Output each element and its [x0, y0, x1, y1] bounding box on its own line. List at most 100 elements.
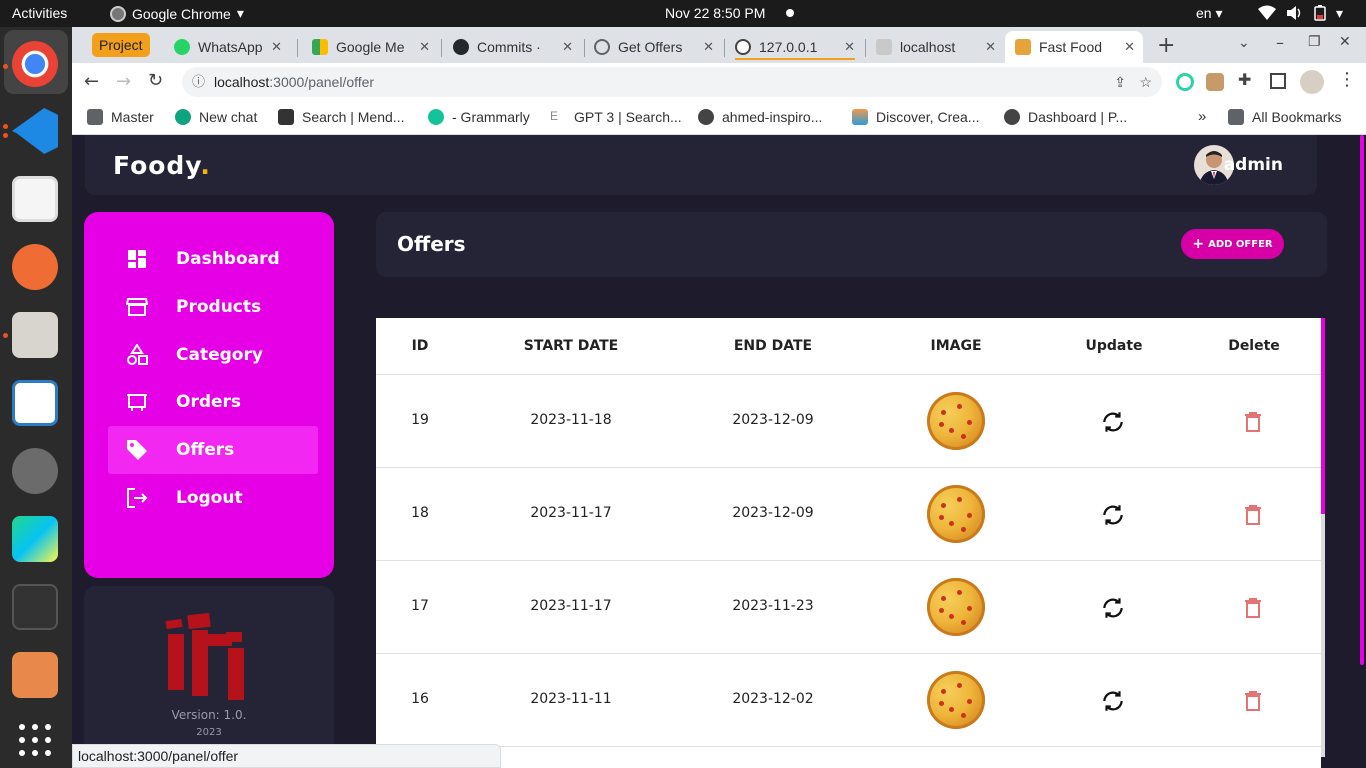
tab-group-project[interactable]: Project — [92, 33, 150, 57]
tab-search-button[interactable]: ⌄ — [1238, 35, 1250, 51]
reload-button[interactable]: ↻ — [148, 70, 163, 91]
menu-icon[interactable]: ⋮ — [1338, 69, 1356, 90]
refresh-icon[interactable] — [1100, 502, 1126, 528]
app-menu[interactable]: Google Chrome ▾ — [110, 5, 244, 22]
system-tray[interactable]: ▾ — [1258, 5, 1343, 22]
cell-start-date: 2023-11-18 — [530, 412, 612, 428]
terminal-icon[interactable] — [12, 584, 58, 630]
tab-fast-food[interactable]: Fast Food ✕ — [1005, 31, 1143, 63]
column-header-update[interactable]: Update — [1085, 338, 1142, 354]
app-logo[interactable]: Foody. — [113, 151, 211, 180]
page-scrollbar[interactable] — [1360, 135, 1364, 665]
back-button[interactable]: ← — [84, 71, 99, 92]
close-icon[interactable]: ✕ — [1124, 39, 1135, 55]
tab-strip: WhatsApp ✕ Google Me ✕ Commits · ✕ Get O… — [72, 27, 1366, 63]
close-icon[interactable]: ✕ — [844, 39, 855, 55]
refresh-icon[interactable] — [1100, 595, 1126, 621]
bookmarks-bar: Master New chat Search | Mend... - Gramm… — [72, 101, 1366, 135]
bookmark-new-chat[interactable]: New chat — [175, 109, 257, 125]
extension-icon[interactable] — [1206, 73, 1224, 91]
text-editor-icon[interactable] — [12, 176, 58, 222]
bookmark-mendeley[interactable]: Search | Mend... — [278, 109, 404, 125]
bookmark-gpt3[interactable]: E GPT 3 | Search... — [550, 109, 682, 125]
site-info-icon[interactable]: ⓘ — [192, 67, 205, 97]
mendeley-icon — [278, 109, 294, 125]
close-icon[interactable]: ✕ — [562, 39, 573, 55]
sidebar-item-label: Category — [176, 345, 263, 365]
bookmark-label: Master — [111, 109, 154, 125]
bookmark-dashboard[interactable]: Dashboard | P... — [1004, 109, 1127, 125]
sidebar-item-orders[interactable]: Orders — [108, 378, 318, 426]
close-icon[interactable]: ✕ — [703, 39, 714, 55]
postman-icon[interactable] — [12, 244, 58, 290]
trash-icon[interactable] — [1243, 597, 1263, 619]
sidebar-item-category[interactable]: Category — [108, 331, 318, 379]
chrome-icon[interactable] — [12, 41, 58, 87]
trash-icon[interactable] — [1243, 690, 1263, 712]
more-bookmarks-button[interactable]: » — [1198, 108, 1206, 125]
share-icon[interactable]: ⇪ — [1114, 67, 1126, 97]
table-scrollbar-thumb[interactable] — [1321, 318, 1325, 514]
libreoffice-impress-icon[interactable] — [12, 380, 58, 426]
table-row: 16 2023-11-11 2023-12-02 — [376, 654, 1321, 747]
image-editor-icon[interactable] — [12, 652, 58, 698]
image-viewer-icon[interactable] — [12, 448, 58, 494]
cell-start-date: 2023-11-17 — [530, 598, 612, 614]
bookmark-master[interactable]: Master — [87, 109, 154, 125]
files-icon[interactable] — [12, 312, 58, 358]
side-panel-icon[interactable] — [1270, 73, 1286, 89]
sidebar-item-offers[interactable]: Offers — [108, 426, 318, 474]
close-window-button[interactable]: ✕ — [1339, 34, 1351, 50]
column-header-image[interactable]: IMAGE — [930, 338, 981, 354]
new-tab-button[interactable]: + — [1157, 33, 1175, 58]
forward-button[interactable]: → — [116, 71, 131, 92]
bookmark-discover[interactable]: Discover, Crea... — [852, 109, 979, 125]
tab-whatsapp[interactable]: WhatsApp ✕ — [164, 31, 290, 63]
bookmark-grammarly[interactable]: - Grammarly — [428, 109, 530, 125]
bookmark-star-icon[interactable]: ☆ — [1139, 67, 1152, 97]
tab-label: Fast Food — [1039, 39, 1103, 55]
sidebar-item-logout[interactable]: Logout — [108, 474, 318, 522]
table-header: ID START DATE END DATE IMAGE Update Dele… — [376, 318, 1321, 375]
clock[interactable]: Nov 22 8:50 PM — [665, 5, 765, 21]
add-offer-label: ADD OFFER — [1208, 238, 1273, 250]
tab-google-meet[interactable]: Google Me ✕ — [302, 31, 438, 63]
address-bar[interactable]: ⓘ localhost:3000/panel/offer ⇪ ☆ — [182, 67, 1162, 97]
tab-github-commits[interactable]: Commits · ✕ — [443, 31, 581, 63]
offer-image — [927, 578, 985, 636]
refresh-icon[interactable] — [1100, 409, 1126, 435]
trash-icon[interactable] — [1243, 411, 1263, 433]
all-bookmarks[interactable]: All Bookmarks — [1228, 109, 1341, 125]
bookmark-ahmed[interactable]: ahmed-inspiro... — [698, 109, 822, 125]
minimize-button[interactable]: – — [1276, 33, 1284, 52]
activities-button[interactable]: Activities — [12, 5, 67, 21]
language-selector[interactable]: en ▾ — [1196, 5, 1223, 22]
refresh-icon[interactable] — [1100, 688, 1126, 714]
profile-avatar[interactable] — [1300, 70, 1324, 94]
vscode-icon[interactable] — [12, 108, 58, 154]
puzzle-icon[interactable]: ✚ — [1238, 70, 1251, 89]
sidebar-item-products[interactable]: Products — [108, 283, 318, 331]
cell-end-date: 2023-12-02 — [732, 691, 814, 707]
sidebar-item-dashboard[interactable]: Dashboard — [108, 235, 318, 283]
table-scrollbar-track[interactable] — [1321, 514, 1325, 757]
page-viewport: Foody. admin Dashboard Products Category… — [72, 135, 1366, 768]
close-icon[interactable]: ✕ — [985, 39, 996, 55]
tab-get-offers[interactable]: Get Offers ✕ — [584, 31, 722, 63]
pycharm-icon[interactable] — [12, 516, 58, 562]
extension-icon[interactable] — [1176, 73, 1194, 91]
trash-icon[interactable] — [1243, 504, 1263, 526]
column-header-id[interactable]: ID — [412, 338, 429, 354]
recording-indicator-icon — [786, 9, 794, 17]
column-header-delete[interactable]: Delete — [1228, 338, 1280, 354]
close-icon[interactable]: ✕ — [271, 39, 282, 55]
close-icon[interactable]: ✕ — [419, 39, 430, 55]
add-offer-button[interactable]: + ADD OFFER — [1181, 229, 1284, 259]
tab-localhost[interactable]: localhost ✕ — [866, 31, 1004, 63]
maximize-button[interactable]: ❐ — [1308, 34, 1321, 50]
column-header-start-date[interactable]: START DATE — [524, 338, 618, 354]
column-header-end-date[interactable]: END DATE — [734, 338, 812, 354]
cell-end-date: 2023-12-09 — [732, 505, 814, 521]
user-name[interactable]: admin — [1224, 155, 1283, 175]
show-apps-icon[interactable] — [12, 717, 58, 763]
